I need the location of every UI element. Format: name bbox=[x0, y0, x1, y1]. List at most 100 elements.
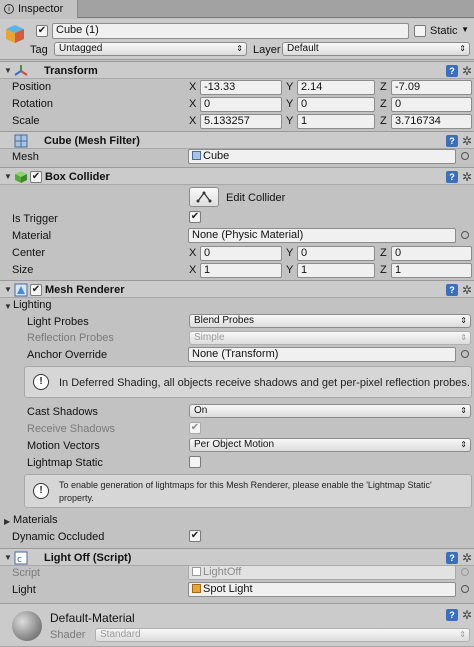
foldout-arrow-icon[interactable]: ▼ bbox=[4, 172, 12, 181]
info-icon: ! bbox=[33, 374, 49, 390]
size-x-field[interactable]: 1 bbox=[200, 263, 282, 278]
script-icon: c bbox=[14, 551, 28, 565]
tab-inspector[interactable]: i Inspector bbox=[0, 0, 78, 18]
rotation-x-field[interactable]: 0 bbox=[200, 97, 282, 112]
materials-label[interactable]: Materials bbox=[13, 514, 58, 526]
light-off-title: Light Off (Script) bbox=[44, 552, 132, 564]
gear-icon[interactable]: ✲ bbox=[462, 551, 472, 565]
static-label: Static bbox=[430, 25, 458, 37]
mesh-renderer-header[interactable]: ▼ ✔ Mesh Renderer ? ✲ bbox=[0, 280, 474, 298]
position-y-field[interactable]: 2.14 bbox=[297, 80, 375, 95]
lightmap-static-checkbox[interactable] bbox=[189, 456, 201, 468]
dynamic-occluded-checkbox[interactable]: ✔ bbox=[189, 530, 201, 542]
active-checkbox[interactable]: ✔ bbox=[36, 25, 48, 37]
layer-value: Default bbox=[287, 43, 319, 54]
axis-x-label: X bbox=[189, 247, 197, 259]
light-off-header[interactable]: ▼ c Light Off (Script) ? ✲ bbox=[0, 548, 474, 566]
mesh-field[interactable]: Cube bbox=[188, 149, 456, 164]
scale-z-field[interactable]: 3.716734 bbox=[391, 114, 472, 129]
foldout-arrow-icon[interactable]: ▼ bbox=[4, 553, 12, 562]
foldout-arrow-icon[interactable]: ▼ bbox=[4, 66, 12, 75]
size-label: Size bbox=[12, 264, 34, 276]
scale-y-field[interactable]: 1 bbox=[297, 114, 375, 129]
box-collider-title: Box Collider bbox=[45, 171, 110, 183]
help-icon[interactable]: ? bbox=[445, 284, 458, 296]
tag-label: Tag bbox=[30, 44, 48, 56]
gear-icon[interactable]: ✲ bbox=[462, 608, 472, 622]
cast-shadows-dropdown[interactable]: On ⇕ bbox=[189, 404, 471, 418]
box-collider-header[interactable]: ▼ ✔ Box Collider ? ✲ bbox=[0, 167, 474, 185]
center-y-field[interactable]: 0 bbox=[297, 246, 375, 261]
position-z-field[interactable]: -7.09 bbox=[391, 80, 472, 95]
object-picker-icon[interactable] bbox=[461, 350, 469, 358]
lighting-foldout-icon[interactable]: ▼ bbox=[4, 302, 12, 311]
deferred-shading-info-text: In Deferred Shading, all objects receive… bbox=[59, 377, 470, 389]
object-header: ✔ Cube (1) Static ▼ Tag Untagged ⇕ Layer … bbox=[0, 19, 474, 60]
lighting-label[interactable]: Lighting bbox=[13, 299, 52, 311]
gameobject-cube-icon bbox=[6, 25, 24, 43]
axis-z-label: Z bbox=[380, 98, 387, 110]
lightmap-static-label: Lightmap Static bbox=[27, 457, 103, 469]
receive-shadows-checkbox: ✔ bbox=[189, 422, 201, 434]
mesh-filter-header[interactable]: Cube (Mesh Filter) ? ✲ bbox=[0, 131, 474, 149]
tag-dropdown[interactable]: Untagged ⇕ bbox=[54, 42, 247, 56]
material-header[interactable]: Default-Material Shader Standard ⇕ ? ✲ bbox=[0, 603, 474, 647]
axis-z-label: Z bbox=[380, 81, 387, 93]
axis-y-label: Y bbox=[286, 264, 294, 276]
help-icon[interactable]: ? bbox=[445, 552, 458, 564]
lightmap-info-box: ! To enable generation of lightmaps for … bbox=[24, 474, 472, 508]
shader-value: Standard bbox=[100, 629, 141, 640]
rotation-label: Rotation bbox=[12, 98, 53, 110]
object-name-field[interactable]: Cube (1) bbox=[52, 23, 409, 39]
gear-icon[interactable]: ✲ bbox=[462, 170, 472, 184]
scale-x-field[interactable]: 5.133257 bbox=[200, 114, 282, 129]
foldout-arrow-icon[interactable]: ▼ bbox=[4, 285, 12, 294]
light-asset-icon bbox=[192, 584, 201, 593]
motion-vectors-value: Per Object Motion bbox=[194, 439, 275, 450]
position-x-field[interactable]: -13.33 bbox=[200, 80, 282, 95]
layer-dropdown[interactable]: Default ⇕ bbox=[282, 42, 470, 56]
center-x-field[interactable]: 0 bbox=[200, 246, 282, 261]
axis-y-label: Y bbox=[286, 98, 294, 110]
light-field[interactable]: Spot Light bbox=[188, 582, 456, 597]
materials-foldout-icon[interactable]: ▶ bbox=[4, 517, 10, 526]
object-picker-icon[interactable] bbox=[461, 152, 469, 160]
help-icon[interactable]: ? bbox=[445, 135, 458, 147]
static-checkbox[interactable] bbox=[414, 25, 426, 37]
size-y-field[interactable]: 1 bbox=[297, 263, 375, 278]
mesh-renderer-title: Mesh Renderer bbox=[45, 284, 125, 296]
help-icon[interactable]: ? bbox=[445, 609, 458, 621]
axis-y-label: Y bbox=[286, 115, 294, 127]
material-field[interactable]: None (Physic Material) bbox=[188, 228, 456, 243]
anchor-override-field[interactable]: None (Transform) bbox=[188, 347, 456, 362]
rotation-z-field[interactable]: 0 bbox=[391, 97, 472, 112]
transform-header[interactable]: ▼ Transform ? ✲ bbox=[0, 61, 474, 79]
axis-x-label: X bbox=[189, 264, 197, 276]
script-value: LightOff bbox=[203, 566, 242, 578]
gear-icon[interactable]: ✲ bbox=[462, 283, 472, 297]
size-z-field[interactable]: 1 bbox=[391, 263, 472, 278]
static-dropdown-arrow[interactable]: ▼ bbox=[460, 24, 472, 38]
cast-shadows-value: On bbox=[194, 405, 208, 416]
box-collider-enabled-checkbox[interactable]: ✔ bbox=[30, 171, 42, 183]
help-icon[interactable]: ? bbox=[445, 171, 458, 183]
center-z-field[interactable]: 0 bbox=[391, 246, 472, 261]
gear-icon[interactable]: ✲ bbox=[462, 134, 472, 148]
object-picker-icon[interactable] bbox=[461, 585, 469, 593]
help-icon[interactable]: ? bbox=[445, 65, 458, 77]
motion-vectors-label: Motion Vectors bbox=[27, 440, 100, 452]
edit-collider-button[interactable] bbox=[189, 187, 219, 207]
material-label: Material bbox=[12, 230, 52, 242]
dynamic-occluded-label: Dynamic Occluded bbox=[12, 531, 105, 543]
is-trigger-checkbox[interactable]: ✔ bbox=[189, 211, 201, 223]
info-icon: i bbox=[4, 4, 14, 14]
gear-icon[interactable]: ✲ bbox=[462, 64, 472, 78]
motion-vectors-dropdown[interactable]: Per Object Motion ⇕ bbox=[189, 438, 471, 452]
light-probes-dropdown[interactable]: Blend Probes ⇕ bbox=[189, 314, 471, 328]
material-name: Default-Material bbox=[50, 611, 135, 625]
mesh-asset-icon bbox=[192, 151, 201, 160]
mesh-renderer-icon bbox=[14, 283, 28, 297]
object-picker-icon[interactable] bbox=[461, 231, 469, 239]
rotation-y-field[interactable]: 0 bbox=[297, 97, 375, 112]
mesh-renderer-enabled-checkbox[interactable]: ✔ bbox=[30, 284, 42, 296]
